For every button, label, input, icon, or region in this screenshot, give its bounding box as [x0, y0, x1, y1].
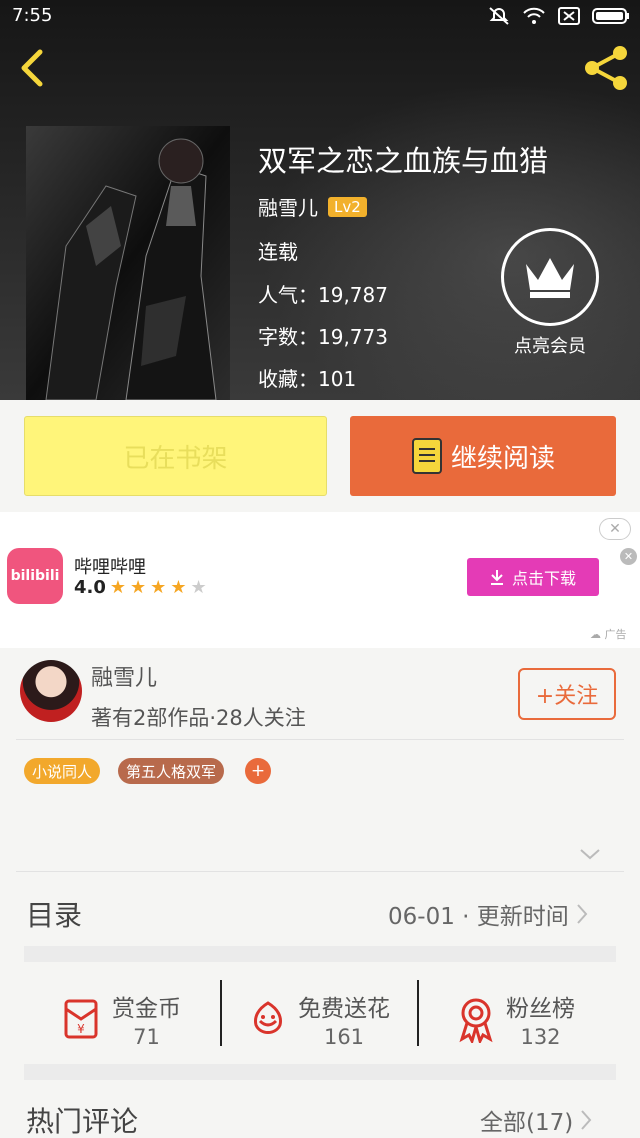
stat-fan-rank[interactable]: 粉丝榜 132	[452, 976, 575, 1062]
ad-rating: 4.0 ★ ★ ★ ★ ★	[74, 577, 207, 598]
share-icon	[585, 46, 627, 90]
svg-text:¥: ¥	[77, 1022, 85, 1036]
book-title: 双军之恋之血族与血猎	[258, 144, 549, 178]
hot-comments-label: 热门评论	[26, 1105, 139, 1138]
section-divider	[24, 1064, 616, 1080]
vip-label: 点亮会员	[514, 336, 586, 357]
battery-icon	[592, 8, 629, 24]
chevron-right-icon	[577, 904, 588, 924]
book-author-row: 融雪儿 Lv2	[258, 192, 367, 221]
stat-value: 132	[520, 1025, 561, 1049]
stat-flowers-text: 免费送花 161	[298, 989, 390, 1049]
on-shelf-button[interactable]: 已在书架	[24, 416, 327, 496]
ad-dismiss-button[interactable]: ✕	[620, 548, 637, 565]
continue-reading-button[interactable]: 继续阅读	[350, 416, 616, 496]
ad-download-button[interactable]: 点击下载	[467, 558, 599, 596]
ad-close-button[interactable]: ✕	[599, 518, 631, 540]
wifi-icon	[523, 7, 545, 24]
chevron-down-icon	[580, 849, 600, 860]
divider	[16, 739, 624, 740]
vip-button[interactable]: 点亮会员	[500, 228, 600, 358]
book-popularity: 人气：19,787	[258, 283, 388, 307]
stat-reward-text: 赏金币 71	[112, 989, 181, 1049]
ad-tag: ☁ 广告	[590, 628, 627, 641]
back-button[interactable]	[14, 46, 54, 90]
book-favorites: 收藏：101	[258, 367, 357, 391]
all-comments-link[interactable]: 全部(17)	[480, 1103, 593, 1137]
card-author-name[interactable]: 融雪儿	[91, 660, 157, 692]
ad-logo-text: bilibili	[10, 568, 60, 584]
mute-icon	[489, 7, 509, 25]
star-icon: ★	[130, 577, 147, 598]
add-tag-button[interactable]: +	[245, 758, 271, 784]
ad-rating-value: 4.0	[74, 577, 106, 598]
stat-divider	[220, 980, 222, 1046]
stat-label: 粉丝榜	[506, 996, 575, 1022]
tag-identity-v[interactable]: 第五人格双军	[118, 758, 225, 784]
stat-value: 71	[133, 1025, 160, 1049]
ad-tag-label: 广告	[604, 628, 627, 641]
follow-label: +关注	[535, 684, 599, 709]
close-icon: ✕	[609, 521, 621, 537]
star-icon: ★	[150, 577, 167, 598]
follow-button[interactable]: +关注	[518, 668, 616, 720]
ribbon-medal-icon	[459, 998, 493, 1043]
stat-free-flowers[interactable]: 免费送花 161	[244, 976, 390, 1062]
star-icon: ★	[109, 577, 127, 598]
status-bar: 7:55	[0, 0, 640, 32]
directory-label[interactable]: 目录	[26, 894, 82, 934]
star-icon: ★	[170, 577, 187, 598]
stat-reward-coins[interactable]: ¥ 赏金币 71	[58, 976, 181, 1062]
divider	[16, 871, 624, 872]
status-icons	[488, 6, 630, 26]
section-divider	[24, 946, 616, 962]
book-icon	[411, 438, 442, 474]
vip-crown-badge	[501, 228, 599, 326]
bilibili-app-logo[interactable]: bilibili	[7, 548, 63, 604]
ad-app-name: 哔哩哔哩	[74, 557, 146, 578]
book-status: 连载	[258, 240, 298, 264]
share-button[interactable]	[582, 44, 630, 92]
all-comments-label: 全部(17)	[480, 1110, 574, 1136]
download-icon	[490, 570, 503, 585]
stat-fans-text: 粉丝榜 132	[506, 989, 575, 1049]
stat-label: 免费送花	[298, 996, 390, 1022]
author-avatar[interactable]	[20, 660, 82, 722]
book-word-count: 字数：19,773	[258, 325, 388, 349]
card-author-subtitle: 著有2部作品·28人关注	[91, 706, 306, 730]
stat-value: 161	[323, 1025, 365, 1049]
red-envelope-icon: ¥	[64, 999, 98, 1039]
ad-download-label: 点击下载	[511, 569, 576, 588]
stat-label: 赏金币	[112, 996, 181, 1022]
flower-icon	[254, 1001, 282, 1034]
plus-icon: +	[250, 761, 266, 781]
star-empty-icon: ★	[190, 577, 207, 598]
book-cover-image[interactable]	[26, 126, 230, 400]
sim-icon	[558, 7, 580, 25]
directory-update-info: 06-01 · 更新时间	[388, 904, 569, 930]
on-shelf-label: 已在书架	[123, 443, 228, 474]
book-author[interactable]: 融雪儿	[258, 192, 318, 221]
stat-divider	[417, 980, 419, 1046]
cover-art	[26, 126, 230, 400]
level-badge: Lv2	[328, 196, 367, 217]
status-time: 7:55	[12, 5, 53, 26]
expand-button[interactable]	[578, 846, 602, 862]
tag-novel-fanfic[interactable]: 小说同人	[24, 758, 101, 784]
directory-update-link[interactable]: 06-01 · 更新时间	[388, 897, 589, 931]
back-arrow-icon	[21, 49, 43, 87]
chevron-right-icon	[581, 1110, 592, 1130]
continue-reading-label: 继续阅读	[450, 443, 555, 474]
close-icon: ✕	[623, 550, 634, 563]
crown-icon	[526, 258, 574, 298]
stats-bar: ¥ 赏金币 71 免费送花 161 粉丝榜 132	[24, 976, 616, 1062]
